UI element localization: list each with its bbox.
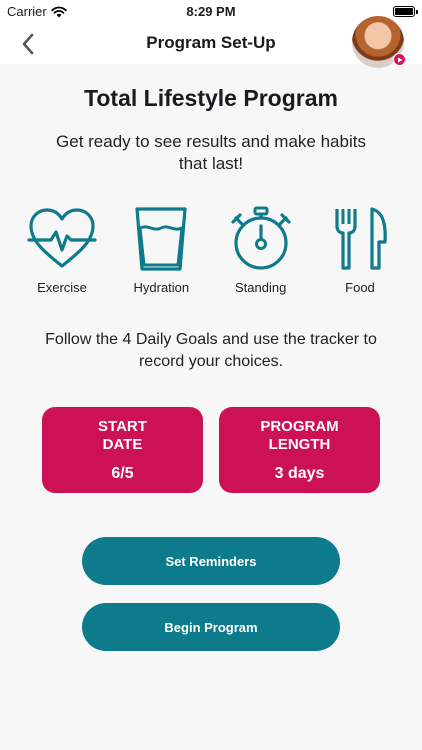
goal-food: Food <box>312 206 408 295</box>
fork-knife-icon <box>335 207 387 270</box>
start-date-value: 6/5 <box>111 465 134 482</box>
goal-standing: Standing <box>213 206 309 295</box>
goal-label: Exercise <box>37 280 87 295</box>
program-length-card[interactable]: PROGRAM LENGTH 3 days <box>219 407 380 493</box>
instructions-text: Follow the 4 Daily Goals and use the tra… <box>45 331 377 370</box>
stopwatch-icon <box>231 206 291 270</box>
main-content: Total Lifestyle Program Get ready to see… <box>0 64 422 750</box>
glass-icon <box>135 207 187 271</box>
nav-bar: Program Set-Up <box>0 16 422 68</box>
set-reminders-button[interactable]: Set Reminders <box>82 537 340 585</box>
goal-exercise: Exercise <box>14 206 110 295</box>
goal-label: Hydration <box>133 280 190 295</box>
page-title: Total Lifestyle Program <box>84 85 338 111</box>
program-length-heading: PROGRAM LENGTH <box>260 418 339 453</box>
intro-text: Get ready to see results and make habits… <box>56 132 366 173</box>
start-date-card[interactable]: START DATE 6/5 <box>42 407 203 493</box>
avatar[interactable] <box>352 16 406 68</box>
program-cards: START DATE 6/5 PROGRAM LENGTH 3 days <box>42 407 380 493</box>
daily-goals: Exercise Hydration Standing Food <box>14 206 408 295</box>
begin-program-button[interactable]: Begin Program <box>82 603 340 651</box>
start-date-heading: START DATE <box>98 418 147 453</box>
goal-hydration: Hydration <box>113 206 209 295</box>
goal-label: Standing <box>234 280 287 295</box>
battery-icon <box>393 6 418 17</box>
heart-pulse-icon <box>27 208 97 268</box>
program-length-value: 3 days <box>274 465 325 482</box>
status-bar: Carrier 8:29 PM <box>0 0 422 24</box>
goal-label: Food <box>345 280 375 295</box>
status-time: 8:29 PM <box>186 4 236 19</box>
